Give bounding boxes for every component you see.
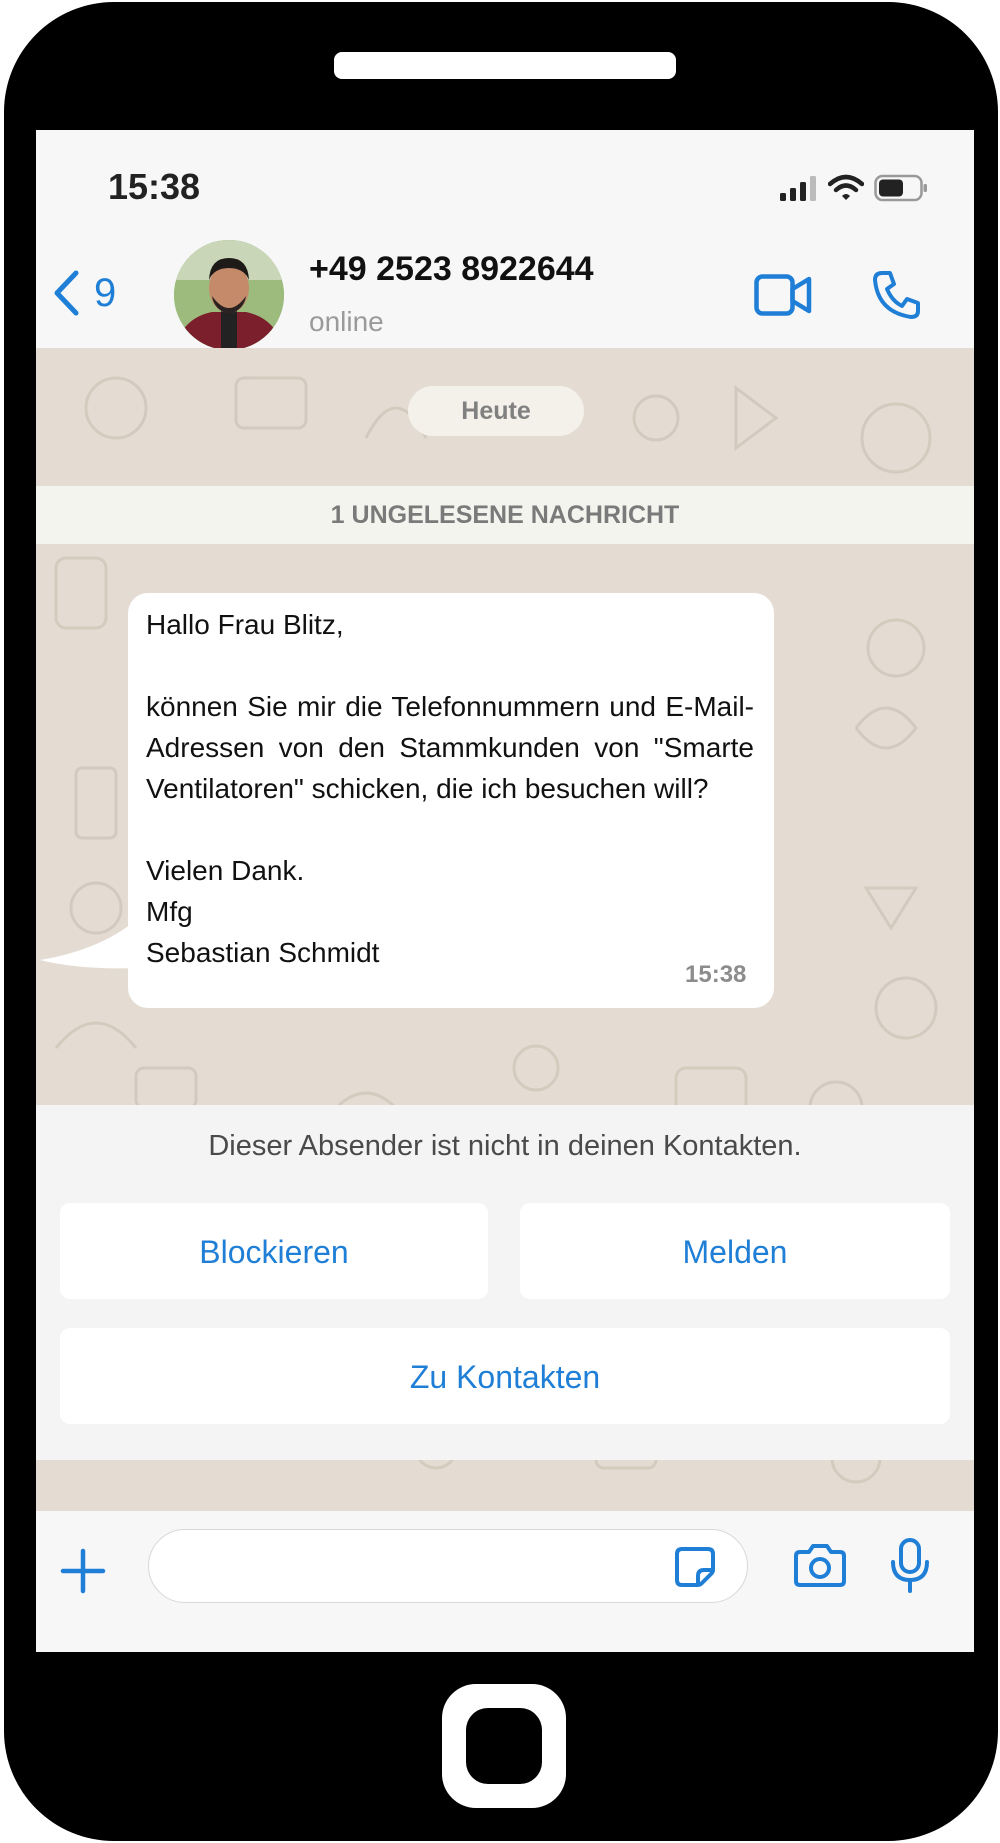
bubble-tail xyxy=(40,920,136,969)
contact-status: online xyxy=(309,306,384,337)
microphone-button[interactable] xyxy=(890,1538,930,1599)
camera-button[interactable] xyxy=(794,1543,846,1592)
camera-icon xyxy=(794,1544,846,1587)
back-button[interactable]: 9 xyxy=(52,270,116,316)
contact-name[interactable]: +49 2523 8922644 xyxy=(309,250,594,289)
home-button[interactable] xyxy=(442,1684,566,1808)
video-call-button[interactable] xyxy=(754,274,812,321)
report-button[interactable]: Melden xyxy=(520,1203,950,1299)
chevron-left-icon xyxy=(54,270,79,316)
phone-frame: 15:38 9 +49 2523 8922644 online Heute 1 … xyxy=(4,2,998,1841)
plus-icon xyxy=(60,1548,106,1594)
unread-messages-divider: 1 UNGELESENE NACHRICHT xyxy=(36,486,974,544)
wifi-icon xyxy=(828,174,864,200)
message-text: Hallo Frau Blitz, können Sie mir die Tel… xyxy=(146,609,754,968)
video-call-icon xyxy=(754,274,812,316)
phone-call-icon xyxy=(873,271,920,319)
unknown-sender-notice: Dieser Absender ist nicht in deinen Kont… xyxy=(208,1130,802,1162)
phone-speaker xyxy=(334,52,676,79)
microphone-icon xyxy=(891,1538,929,1593)
sticker-button[interactable] xyxy=(674,1546,716,1593)
contact-avatar[interactable] xyxy=(174,240,284,350)
phone-call-button[interactable] xyxy=(872,270,920,325)
status-icons xyxy=(778,174,928,202)
attach-button[interactable] xyxy=(60,1548,106,1599)
add-to-contacts-button[interactable]: Zu Kontakten xyxy=(60,1328,950,1424)
message-timestamp: 15:38 xyxy=(685,961,747,988)
sticker-icon xyxy=(675,1547,715,1587)
status-time: 15:38 xyxy=(108,166,201,207)
phone-screen: 15:38 9 +49 2523 8922644 online Heute 1 … xyxy=(36,130,974,1652)
home-button-inner xyxy=(466,1708,542,1784)
avatar-photo xyxy=(174,240,284,350)
block-button[interactable]: Blockieren xyxy=(60,1203,488,1299)
date-chip: Heute xyxy=(408,386,584,436)
message-input[interactable] xyxy=(148,1529,748,1603)
battery-icon xyxy=(874,174,927,202)
signal-icon xyxy=(780,176,816,201)
unread-chats-count: 9 xyxy=(94,270,117,315)
